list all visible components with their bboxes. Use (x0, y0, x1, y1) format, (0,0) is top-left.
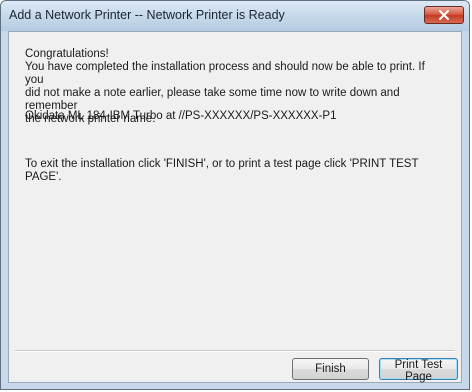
message-line: You have completed the installation proc… (25, 61, 425, 86)
close-button[interactable] (424, 6, 464, 24)
printer-name-text: Okidata ML 184-IBM Turbo at //PS-XXXXXX/… (25, 110, 337, 122)
message-line: Congratulations! (25, 48, 109, 60)
exit-line: PAGE'. (25, 171, 62, 183)
print-test-page-button[interactable]: Print Test Page (379, 358, 458, 383)
finish-button[interactable]: Finish (292, 358, 369, 380)
message-line: did not make a note earlier, please take… (25, 87, 400, 112)
close-icon (439, 10, 449, 20)
window-title: Add a Network Printer -- Network Printer… (9, 8, 285, 22)
title-bar[interactable]: Add a Network Printer -- Network Printer… (1, 1, 469, 31)
separator (15, 350, 455, 352)
exit-line: To exit the installation click 'FINISH',… (25, 158, 419, 170)
dialog-window: Add a Network Printer -- Network Printer… (0, 0, 470, 390)
exit-instructions: To exit the installation click 'FINISH',… (25, 158, 443, 184)
dialog-content: Congratulations! You have completed the … (8, 31, 462, 383)
